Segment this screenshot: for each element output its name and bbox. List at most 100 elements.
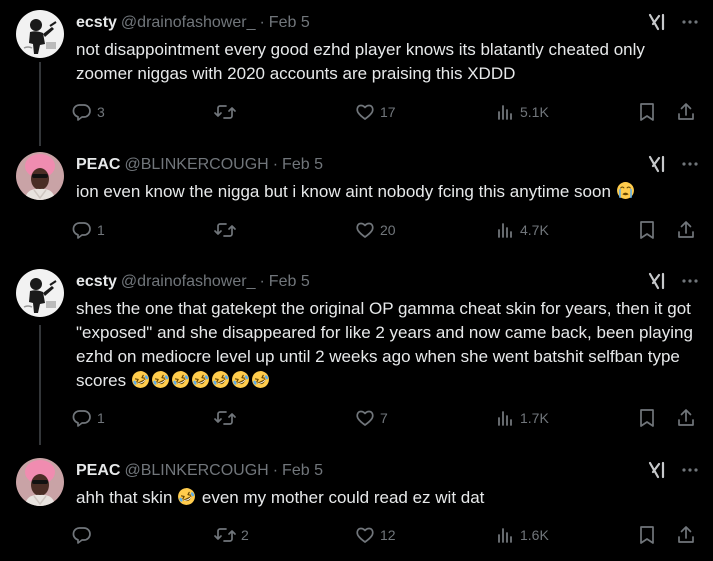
tweet-header-actions: [647, 155, 699, 177]
retweet-button[interactable]: [214, 100, 241, 124]
rolling-on-floor-laughing-emoji: [191, 370, 210, 389]
more-icon[interactable]: [681, 272, 699, 295]
tweet-date[interactable]: Feb 5: [282, 155, 323, 175]
retweet-button[interactable]: [214, 406, 241, 430]
grok-icon[interactable]: [647, 271, 667, 296]
share-button[interactable]: [676, 218, 696, 242]
retweet-button[interactable]: 2: [214, 523, 249, 547]
tweet[interactable]: ecsty @drainofashower_ · Feb 5 shes the …: [0, 269, 713, 439]
separator-dot: ·: [272, 156, 279, 173]
rolling-on-floor-laughing-emoji: [211, 370, 230, 389]
handle[interactable]: @BLINKERCOUGH: [124, 155, 268, 175]
tweet-header: ecsty @drainofashower_ · Feb 5: [76, 272, 310, 292]
like-button[interactable]: 7: [355, 406, 388, 430]
share-icon: [676, 102, 696, 122]
separator-dot: ·: [259, 14, 265, 31]
like-button[interactable]: 20: [355, 218, 396, 242]
bookmark-button[interactable]: [638, 100, 656, 124]
loudly-crying-face-emoji: [616, 181, 635, 200]
retweet-icon: [214, 525, 236, 545]
tweet[interactable]: PEAC @BLINKERCOUGH · Feb 5 ion even know…: [0, 152, 713, 252]
views-icon: [497, 221, 515, 239]
like-icon: [355, 220, 375, 240]
like-count: 12: [380, 527, 396, 543]
grok-icon[interactable]: [647, 460, 667, 485]
share-button[interactable]: [676, 523, 696, 547]
avatar[interactable]: [16, 10, 64, 58]
bookmark-button[interactable]: [638, 218, 656, 242]
tweet-text: not disappointment every good ezhd playe…: [76, 38, 696, 86]
reply-button[interactable]: 3: [72, 100, 105, 124]
share-button[interactable]: [676, 406, 696, 430]
tweet-date[interactable]: Feb 5: [282, 461, 323, 481]
like-count: 17: [380, 104, 396, 120]
more-icon[interactable]: [681, 13, 699, 36]
share-icon: [676, 408, 696, 428]
display-name[interactable]: PEAC: [76, 461, 120, 481]
more-icon[interactable]: [681, 155, 699, 178]
retweet-button[interactable]: [214, 218, 241, 242]
tweet-header: ecsty @drainofashower_ · Feb 5: [76, 13, 310, 33]
reply-icon: [72, 408, 92, 428]
retweet-icon: [214, 220, 236, 240]
display-name[interactable]: PEAC: [76, 155, 120, 175]
tweet-text-after: even my mother could read ez wit dat: [201, 488, 485, 507]
like-icon: [355, 525, 375, 545]
grok-icon[interactable]: [647, 154, 667, 179]
views-button[interactable]: 1.6K: [497, 523, 549, 547]
avatar[interactable]: [16, 269, 64, 317]
tweet-actions: 3 17 5.1K: [72, 100, 700, 124]
reply-button[interactable]: 1: [72, 406, 105, 430]
bookmark-icon: [638, 525, 656, 545]
handle[interactable]: @drainofashower_: [121, 272, 256, 292]
bookmark-button[interactable]: [638, 406, 656, 430]
tweet-header-actions: [647, 13, 699, 35]
bookmark-icon: [638, 102, 656, 122]
avatar[interactable]: [16, 152, 64, 200]
reply-button[interactable]: 1: [72, 218, 105, 242]
tweet-actions: 1 7 1.7K: [72, 406, 700, 430]
handle[interactable]: @drainofashower_: [121, 13, 256, 33]
avatar[interactable]: [16, 458, 64, 506]
like-icon: [355, 408, 375, 428]
like-button[interactable]: 17: [355, 100, 396, 124]
views-count: 4.7K: [520, 222, 549, 238]
tweet-actions: 1 20 4.7K: [72, 218, 700, 242]
reply-count: 1: [97, 410, 105, 426]
share-icon: [676, 220, 696, 240]
bookmark-icon: [638, 220, 656, 240]
reply-button[interactable]: [72, 523, 97, 547]
display-name[interactable]: ecsty: [76, 272, 117, 292]
reply-thread: ecsty @drainofashower_ · Feb 5 not disap…: [0, 0, 713, 561]
like-count: 20: [380, 222, 396, 238]
reply-count: 3: [97, 104, 105, 120]
tweet[interactable]: ecsty @drainofashower_ · Feb 5 not disap…: [0, 10, 713, 132]
grok-icon[interactable]: [647, 12, 667, 37]
more-icon[interactable]: [681, 461, 699, 484]
tweet-text-content: not disappointment every good ezhd playe…: [76, 40, 645, 83]
views-count: 5.1K: [520, 104, 549, 120]
views-icon: [497, 103, 515, 121]
views-button[interactable]: 1.7K: [497, 406, 549, 430]
tweet-text-before: ahh that skin: [76, 488, 173, 507]
views-button[interactable]: 4.7K: [497, 218, 549, 242]
bookmark-button[interactable]: [638, 523, 656, 547]
retweet-count: 2: [241, 527, 249, 543]
tweet[interactable]: PEAC @BLINKERCOUGH · Feb 5 ahh that skin…: [0, 458, 713, 558]
separator-dot: ·: [259, 273, 265, 290]
share-icon: [676, 525, 696, 545]
retweet-icon: [214, 102, 236, 122]
like-button[interactable]: 12: [355, 523, 396, 547]
share-button[interactable]: [676, 100, 696, 124]
views-button[interactable]: 5.1K: [497, 100, 549, 124]
tweet-text: ahh that skin even my mother could read …: [76, 486, 696, 510]
handle[interactable]: @BLINKERCOUGH: [124, 461, 268, 481]
tweet-text: ion even know the nigga but i know aint …: [76, 180, 696, 204]
tweet-date[interactable]: Feb 5: [269, 13, 310, 33]
rolling-on-floor-laughing-emoji: [231, 370, 250, 389]
rolling-on-floor-laughing-emoji: [151, 370, 170, 389]
tweet-date[interactable]: Feb 5: [269, 272, 310, 292]
separator-dot: ·: [272, 462, 279, 479]
views-icon: [497, 409, 515, 427]
display-name[interactable]: ecsty: [76, 13, 117, 33]
